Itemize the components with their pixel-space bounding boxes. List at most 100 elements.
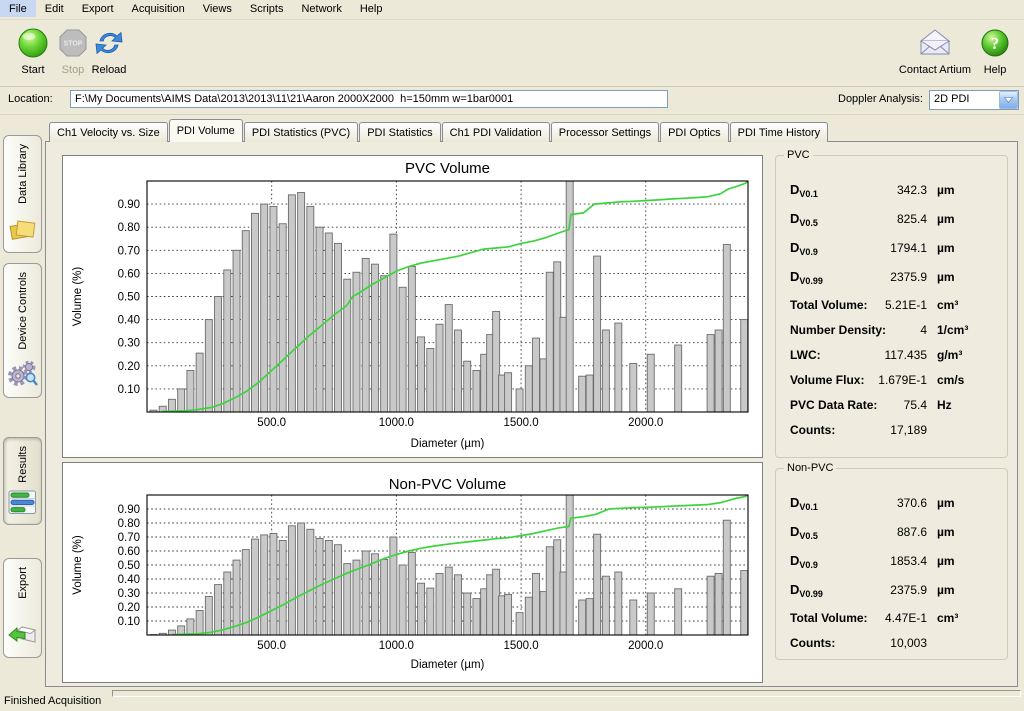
stat-row: Total Volume: 4.47E-1 cm³ xyxy=(790,611,997,636)
menu-file[interactable]: File xyxy=(0,0,36,17)
svg-text:Diameter (µm): Diameter (µm) xyxy=(411,438,485,450)
envelope-icon xyxy=(916,24,954,62)
stat-label: DV0.9 xyxy=(790,240,818,255)
stat-row: Volume Flux:1.679E-1cm/s xyxy=(790,373,997,398)
svg-text:0.70: 0.70 xyxy=(118,532,140,544)
stat-value: 2375.9 xyxy=(890,583,927,597)
stat-value: 1853.4 xyxy=(890,554,927,568)
tab-pdi-time-history[interactable]: PDI Time History xyxy=(730,122,829,142)
svg-text:Volume (%): Volume (%) xyxy=(72,535,84,595)
svg-text:0.30: 0.30 xyxy=(118,588,140,600)
menu-network[interactable]: Network xyxy=(292,0,350,17)
sidebar-item-export[interactable]: Export xyxy=(3,558,42,658)
doppler-analysis-label: Doppler Analysis: xyxy=(838,93,923,105)
stat-value: 4 xyxy=(920,323,927,337)
svg-text:0.20: 0.20 xyxy=(118,361,140,373)
chevron-down-icon[interactable] xyxy=(999,91,1018,109)
svg-text:0.10: 0.10 xyxy=(118,384,140,396)
stat-row: DV0.1370.6µm xyxy=(790,495,997,524)
stat-row: DV0.992375.9µm xyxy=(790,582,997,611)
stat-unit: 1/cm³ xyxy=(937,323,997,337)
stat-row: DV0.91853.4µm xyxy=(790,553,997,582)
tab-ch1-velocity-vs-size[interactable]: Ch1 Velocity vs. Size xyxy=(49,122,168,142)
svg-text:500.0: 500.0 xyxy=(257,640,286,652)
tab-pdi-statistics-pvc[interactable]: PDI Statistics (PVC) xyxy=(244,122,358,142)
stat-value: 17,189 xyxy=(890,423,927,437)
reload-button[interactable]: Reload xyxy=(78,24,140,76)
stat-row: DV0.1342.3µm xyxy=(790,182,997,211)
stat-value: 342.3 xyxy=(897,183,927,197)
sidebar-item-results[interactable]: Results xyxy=(3,437,42,525)
stat-unit: µm xyxy=(937,241,997,255)
svg-text:0.50: 0.50 xyxy=(118,292,140,304)
stat-value: 4.47E-1 xyxy=(885,611,927,625)
folders-icon xyxy=(8,216,38,246)
svg-text:0.90: 0.90 xyxy=(118,504,140,516)
help-label: Help xyxy=(984,64,1007,76)
stat-row: DV0.5825.4µm xyxy=(790,211,997,240)
stat-label: Volume Flux: xyxy=(790,373,864,387)
pvc-volume-chart-panel: 0.100.200.300.400.500.600.700.800.90500.… xyxy=(62,155,763,458)
statusbar: Finished Acquisition xyxy=(0,689,1024,711)
stat-label: DV0.99 xyxy=(790,269,823,284)
location-input[interactable] xyxy=(70,90,668,108)
svg-text:2000.0: 2000.0 xyxy=(628,417,663,429)
stat-value: 1794.1 xyxy=(890,241,927,255)
svg-text:0.80: 0.80 xyxy=(118,222,140,234)
tab-processor-settings[interactable]: Processor Settings xyxy=(551,122,659,142)
svg-text:0.90: 0.90 xyxy=(118,199,140,211)
stat-value: 5.21E-1 xyxy=(885,298,927,312)
stat-value: 10,003 xyxy=(890,636,927,650)
stat-value: 887.6 xyxy=(897,525,927,539)
sidebar-item-label: Device Controls xyxy=(17,272,29,350)
menu-scripts[interactable]: Scripts xyxy=(241,0,293,17)
svg-text:?: ? xyxy=(991,34,1000,53)
stat-row: DV0.9 1794.1 µm xyxy=(790,240,997,269)
menu-help[interactable]: Help xyxy=(351,0,392,17)
svg-text:500.0: 500.0 xyxy=(257,417,286,429)
svg-text:0.40: 0.40 xyxy=(118,574,140,586)
doppler-analysis-select[interactable]: 2D PDI xyxy=(929,90,1019,110)
menu-edit[interactable]: Edit xyxy=(36,0,73,17)
gears-icon xyxy=(7,359,38,391)
svg-text:0.20: 0.20 xyxy=(118,602,140,614)
svg-text:0.10: 0.10 xyxy=(118,616,140,628)
help-button[interactable]: ? Help xyxy=(972,24,1018,76)
stat-unit: µm xyxy=(937,554,997,568)
location-label: Location: xyxy=(8,93,53,105)
stat-unit: cm/s xyxy=(937,373,997,387)
sidebar-item-device-controls[interactable]: Device Controls xyxy=(3,263,42,398)
sidebar-item-label: Results xyxy=(17,446,29,483)
stat-label: DV0.5 xyxy=(790,524,818,539)
reload-label: Reload xyxy=(92,64,127,76)
nonpvc-volume-chart: 0.100.200.300.400.500.600.700.800.90500.… xyxy=(63,463,760,680)
stat-label: DV0.1 xyxy=(790,182,818,197)
contact-artium-button[interactable]: Contact Artium xyxy=(897,24,973,76)
svg-text:Diameter (µm): Diameter (µm) xyxy=(411,659,485,671)
sidebar-item-data-library[interactable]: Data Library xyxy=(3,135,42,253)
tab-pdi-statistics[interactable]: PDI Statistics xyxy=(359,122,440,142)
export-arrow-icon xyxy=(7,621,38,651)
stat-label: Counts: xyxy=(790,636,835,650)
contact-artium-label: Contact Artium xyxy=(899,64,971,76)
stat-unit: µm xyxy=(937,583,997,597)
svg-text:2000.0: 2000.0 xyxy=(628,640,663,652)
menu-export[interactable]: Export xyxy=(73,0,123,17)
stat-row: PVC Data Rate:75.4Hz xyxy=(790,398,997,423)
results-chart-icon xyxy=(8,490,37,518)
svg-text:PVC Volume: PVC Volume xyxy=(405,160,490,177)
stat-value: 370.6 xyxy=(897,496,927,510)
stat-row: Number Density:41/cm³ xyxy=(790,323,997,348)
stat-label: Total Volume: xyxy=(790,611,868,625)
menu-acquisition[interactable]: Acquisition xyxy=(123,0,194,17)
tab-pdi-optics[interactable]: PDI Optics xyxy=(660,122,729,142)
stat-label: Total Volume: xyxy=(790,298,868,312)
menu-views[interactable]: Views xyxy=(194,0,241,17)
pvc-volume-chart: 0.100.200.300.400.500.600.700.800.90500.… xyxy=(63,156,760,455)
tab-ch1-pdi-validation[interactable]: Ch1 PDI Validation xyxy=(442,122,550,142)
statusbar-panel xyxy=(112,690,1021,697)
tab-pdi-volume[interactable]: PDI Volume xyxy=(169,119,243,142)
stat-value: 117.435 xyxy=(885,348,928,362)
stat-unit: cm³ xyxy=(937,611,997,625)
nonpvc-volume-chart-panel: 0.100.200.300.400.500.600.700.800.90500.… xyxy=(62,462,763,683)
